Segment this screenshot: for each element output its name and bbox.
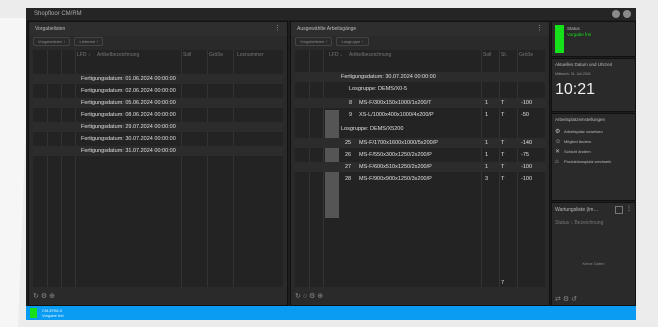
factory-icon: ⌂ bbox=[555, 159, 559, 165]
change-member-button[interactable]: ☺ Mitglied ändern bbox=[552, 137, 635, 147]
table-row[interactable]: Fertigungsdatum: 01.06.2024 00:00:00 bbox=[33, 74, 283, 84]
table-row[interactable]: Fertigungsdatum: 08.06.2024 00:00:00 bbox=[33, 110, 283, 120]
table-row[interactable]: 9 XS-L/1000x400x1000/4x200/P 1 T -50 bbox=[295, 110, 545, 120]
group-row[interactable]: Fertigungsdatum: 30.07.2024 00:00:00 bbox=[295, 72, 545, 82]
group-chip[interactable]: Vorgabelisten ↑ bbox=[33, 37, 71, 46]
summary-row: 7 bbox=[501, 280, 505, 286]
group-chip[interactable]: Lieferant ↑ bbox=[74, 37, 104, 46]
app-window: Shopfloor CM/RM Vorgabelisten ⋮ Vorgabeli… bbox=[26, 8, 636, 320]
group-chip[interactable]: Vorgabelisten ↑ bbox=[295, 37, 333, 46]
table-row[interactable]: Fertigungsdatum: 05.06.2024 00:00:00 bbox=[33, 98, 283, 108]
status-indicator bbox=[30, 308, 37, 318]
status-tile: Status Vorgabe frei bbox=[551, 21, 636, 57]
settings-icon[interactable]: ⚙ bbox=[41, 293, 47, 300]
group-row[interactable]: Losgruppe: DEMS/X5200 bbox=[295, 124, 545, 134]
app-title: Shopfloor CM/RM bbox=[34, 11, 82, 17]
table-row[interactable]: Fertigungsdatum: 29.07.2024 00:00:00 bbox=[33, 122, 283, 132]
assign-workplace-button[interactable]: ⚙ Arbeitsplatz zuweisen bbox=[552, 127, 635, 137]
panel-title: Ausgewählte Arbeitsgänge ⋮ bbox=[291, 22, 549, 36]
more-icon[interactable]: ⋮ bbox=[274, 22, 281, 36]
more-icon[interactable]: ⋮ bbox=[626, 205, 632, 212]
filter-icon[interactable] bbox=[615, 206, 623, 214]
table-row[interactable]: 26 MS-F/550x300x1250/2x200/P 1 T -75 bbox=[295, 150, 545, 160]
panel-footer: ↻ ⚙ ⊕ bbox=[33, 291, 283, 303]
table-row[interactable]: Fertigungsdatum: 30.07.2024 00:00:00 bbox=[33, 134, 283, 144]
clock-time: 10:21 bbox=[555, 81, 596, 98]
table-row[interactable]: Fertigungsdatum: 02.06.2024 00:00:00 bbox=[33, 86, 283, 96]
arbeitsgaenge-panel: Ausgewählte Arbeitsgänge ⋮ Vorgabelisten … bbox=[290, 21, 550, 306]
refresh-icon[interactable]: ↻ bbox=[33, 293, 39, 300]
status-indicator bbox=[555, 25, 564, 53]
shuffle-icon: ✕ bbox=[555, 149, 561, 155]
table-row[interactable]: Fertigungsdatum: 31.07.2024 00:00:00 bbox=[33, 146, 283, 156]
title-bar: Shopfloor CM/RM bbox=[26, 8, 636, 20]
plus-icon[interactable]: ⊕ bbox=[317, 293, 323, 300]
user-icon[interactable] bbox=[623, 10, 631, 18]
user-icon: ☺ bbox=[555, 139, 562, 145]
table-row[interactable]: 8 MS-F/300x150x1000/1x200/T 1 T -100 bbox=[295, 98, 545, 108]
edit-icon[interactable]: ↺ bbox=[571, 296, 577, 303]
panel-footer: ↻ ○ ⚙ ⊕ bbox=[295, 291, 545, 303]
clock-card: Aktuelles Datum und Uhrzeit Mittwoch, 31… bbox=[551, 58, 636, 112]
plus-icon[interactable]: ⊕ bbox=[49, 293, 55, 300]
refresh-icon[interactable]: ⇄ bbox=[555, 296, 561, 303]
refresh-icon[interactable]: ↻ bbox=[295, 293, 301, 300]
card-footer: ⇄ ⚙ ↺ bbox=[555, 295, 577, 303]
arbeitsgang-grid: LFD ↓ Artikelbezeichnung Soll St. Größe … bbox=[295, 50, 545, 287]
settings-icon[interactable]: ⚙ bbox=[563, 296, 569, 303]
change-shift-button[interactable]: ✕ Schicht ändern bbox=[552, 147, 635, 157]
group-row[interactable]: Losgruppe: DEMS/X0-5 bbox=[295, 84, 545, 94]
gear-icon: ⚙ bbox=[555, 129, 561, 135]
grid-header: LFD ↓ Artikelbezeichnung Soll St. Größe bbox=[329, 52, 534, 58]
status-bar: CM-ERM-3 Vorgabe frei bbox=[26, 306, 636, 320]
more-icon[interactable]: ⋮ bbox=[536, 22, 543, 36]
switch-production-button[interactable]: ⌂ Produktionsplatz wechseln bbox=[552, 157, 635, 167]
table-row[interactable]: 25 MS-F/1700x1600x1000/5x200/P 1 T -140 bbox=[295, 138, 545, 148]
circle-icon[interactable]: ○ bbox=[303, 293, 307, 300]
group-chip[interactable]: Losgruppe ↑ bbox=[336, 37, 369, 46]
panel-title: Vorgabelisten ⋮ bbox=[29, 22, 287, 36]
vorgabe-grid: LFD ↓ Artikelbezeichnung Soll Größe Losn… bbox=[33, 50, 283, 287]
settings-icon[interactable] bbox=[612, 10, 620, 18]
table-row[interactable]: 28 MS-F/900x900x1250/3x200/P 3 T -100 bbox=[295, 174, 545, 184]
maintenance-card: Wartungsliste (im… ⋮ Status ↓ Bezeichnun… bbox=[551, 202, 636, 306]
vorgabelisten-panel: Vorgabelisten ⋮ Vorgabelisten ↑ Lieferant… bbox=[28, 21, 288, 306]
settings-card: Arbeitsplatzeinstellungen ⚙ Arbeitsplatz … bbox=[551, 113, 636, 201]
table-row[interactable]: 27 MS-F/600x510x1250/2x200/P 1 T -100 bbox=[295, 162, 545, 172]
settings-icon[interactable]: ⚙ bbox=[309, 293, 315, 300]
grid-header: LFD ↓ Artikelbezeichnung Soll Größe Losn… bbox=[77, 52, 264, 58]
